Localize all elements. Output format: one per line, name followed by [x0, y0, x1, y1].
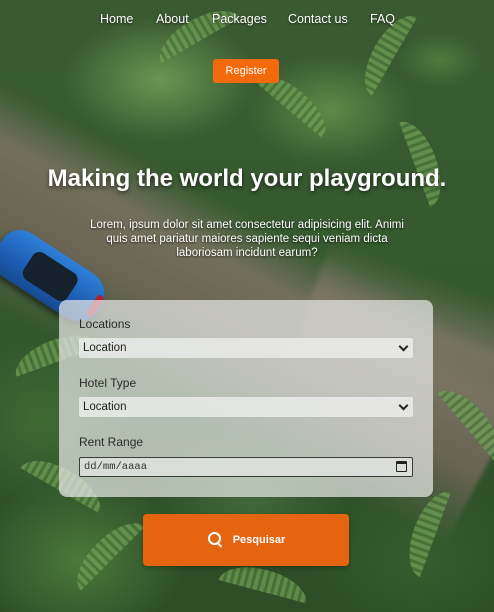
hotel-type-select-value: Location [83, 401, 127, 413]
chevron-down-icon [398, 341, 409, 352]
date-placeholder: dd/mm/aaaa [84, 461, 148, 473]
fern-leaf [150, 0, 240, 64]
locations-label: Locations [79, 317, 131, 331]
fern-leaf [399, 114, 451, 208]
hero-description: Lorem, ipsum dolor sit amet consectetur … [90, 219, 404, 259]
chevron-down-icon [398, 400, 409, 411]
search-form-panel: Locations Location Hotel Type Location R… [59, 300, 433, 497]
locations-select[interactable]: Location [79, 338, 413, 358]
search-icon [207, 531, 225, 549]
nav-faq[interactable]: FAQ [370, 12, 395, 26]
search-button[interactable]: Pesquisar [143, 514, 349, 566]
hero-title: Making the world your playground. [47, 165, 447, 192]
rent-range-date-input[interactable]: dd/mm/aaaa [79, 457, 413, 477]
locations-select-value: Location [83, 342, 127, 354]
register-button[interactable]: Register [213, 59, 279, 83]
nav-about[interactable]: About [156, 12, 189, 26]
nav-home[interactable]: Home [100, 12, 133, 26]
search-button-label: Pesquisar [232, 534, 286, 546]
hotel-type-select[interactable]: Location [79, 397, 413, 417]
calendar-icon[interactable] [396, 461, 407, 472]
nav-contact-us[interactable]: Contact us [288, 12, 348, 26]
rent-range-label: Rent Range [79, 435, 144, 449]
hotel-type-label: Hotel Type [79, 376, 137, 390]
fern-leaf [65, 511, 145, 591]
nav-packages[interactable]: Packages [212, 12, 267, 26]
